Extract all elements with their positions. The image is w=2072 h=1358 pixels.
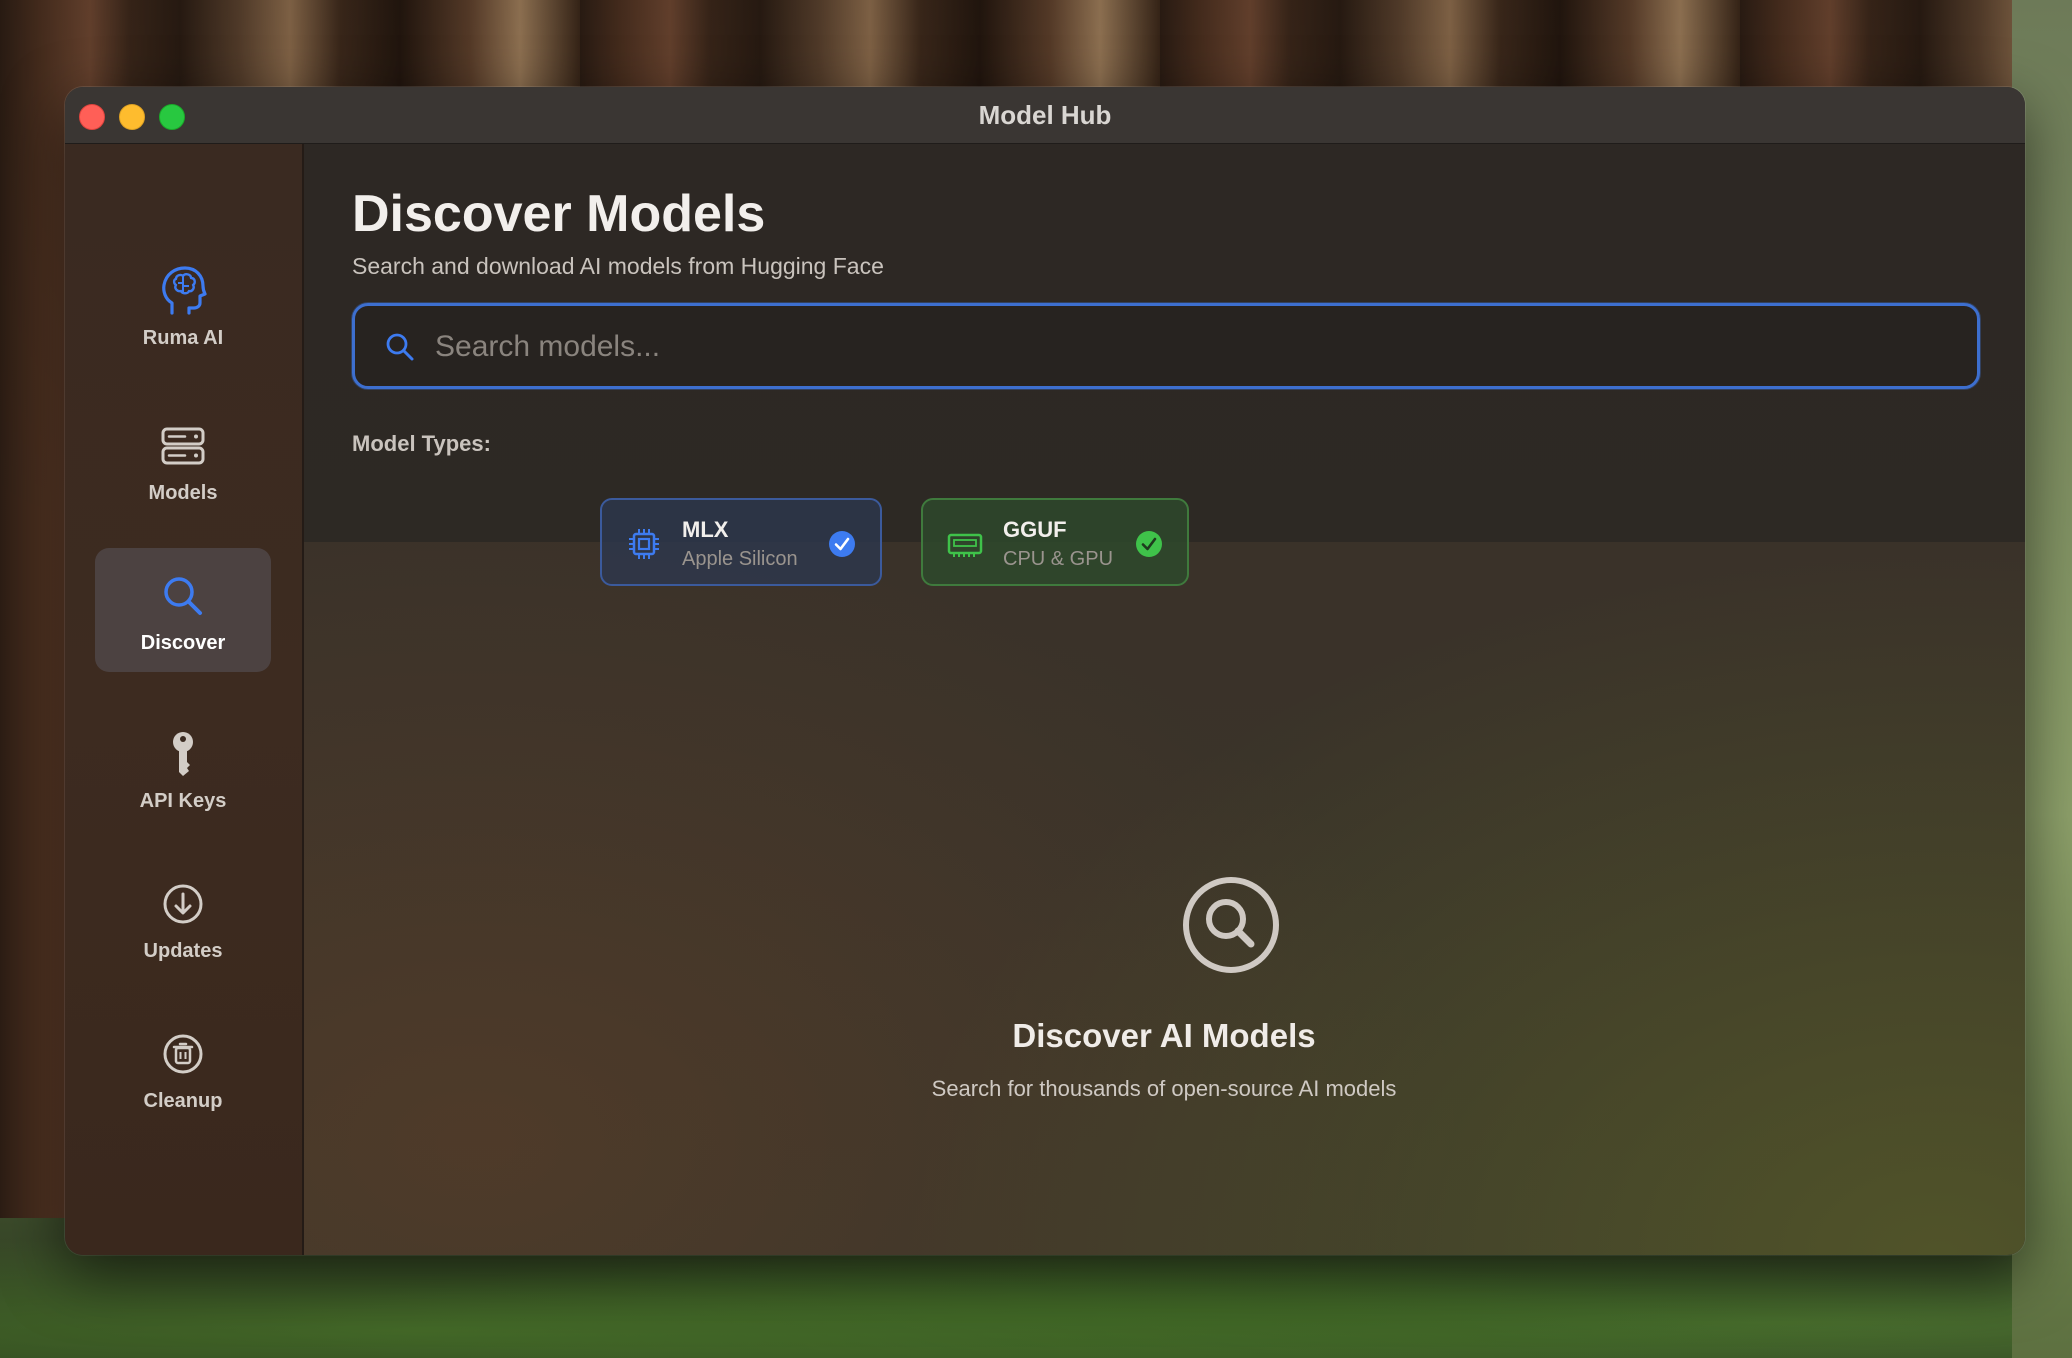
chip-icon [629,529,659,559]
empty-state-title: Discover AI Models [1012,1017,1316,1054]
sidebar-item-label: Discover [140,632,226,654]
trash-circle-icon [95,1028,271,1080]
sidebar: Ruma AI Models Discover API Keys Updates… [65,144,304,1255]
search-icon [95,570,271,622]
server-stack-icon [95,420,271,472]
download-circle-icon [95,878,271,930]
brain-head-icon [95,265,271,317]
model-type-mlx-toggle[interactable]: MLX Apple Silicon [600,498,882,586]
sidebar-item-updates[interactable]: Updates [95,856,271,980]
sidebar-item-api-keys[interactable]: API Keys [95,706,271,830]
sidebar-item-label: Updates [143,940,223,962]
memory-card-icon [947,533,983,557]
sidebar-item-cleanup[interactable]: Cleanup [95,1006,271,1130]
magnifier-circle-icon [1183,877,1279,973]
page-title: Discover Models [352,185,766,243]
search-box[interactable] [352,303,1980,389]
sidebar-item-ruma-ai[interactable]: Ruma AI [95,243,271,367]
title-bar[interactable]: Model Hub [65,87,2025,144]
model-type-subtitle: CPU & GPU [1003,548,1114,570]
sidebar-item-discover[interactable]: Discover [95,548,271,672]
model-type-subtitle: Apple Silicon [682,548,798,570]
search-input[interactable] [433,306,1957,388]
search-icon [386,333,414,361]
window-title: Model Hub [978,100,1112,130]
model-type-gguf-toggle[interactable]: GGUF CPU & GPU [921,498,1189,586]
sidebar-item-label: Ruma AI [142,327,224,349]
model-type-name: MLX [682,517,729,542]
model-types-label: Model Types: [352,431,491,456]
checkmark-circle-icon [829,531,855,557]
sidebar-item-models[interactable]: Models [95,398,271,522]
sidebar-item-label: Cleanup [143,1090,223,1112]
sidebar-item-label: Models [148,482,218,504]
app-window: Model Hub Ruma AI Models Discover API Ke… [65,87,2025,1255]
empty-state-subtitle: Search for thousands of open-source AI m… [931,1076,1397,1101]
key-icon [95,728,271,780]
page-subtitle: Search and download AI models from Huggi… [352,253,884,279]
model-type-name: GGUF [1003,517,1067,542]
sidebar-item-label: API Keys [139,790,227,812]
checkmark-circle-icon [1136,531,1162,557]
discover-header: Discover Models Search and download AI m… [304,144,2025,542]
main-content: Discover Models Search and download AI m… [304,144,2025,1255]
